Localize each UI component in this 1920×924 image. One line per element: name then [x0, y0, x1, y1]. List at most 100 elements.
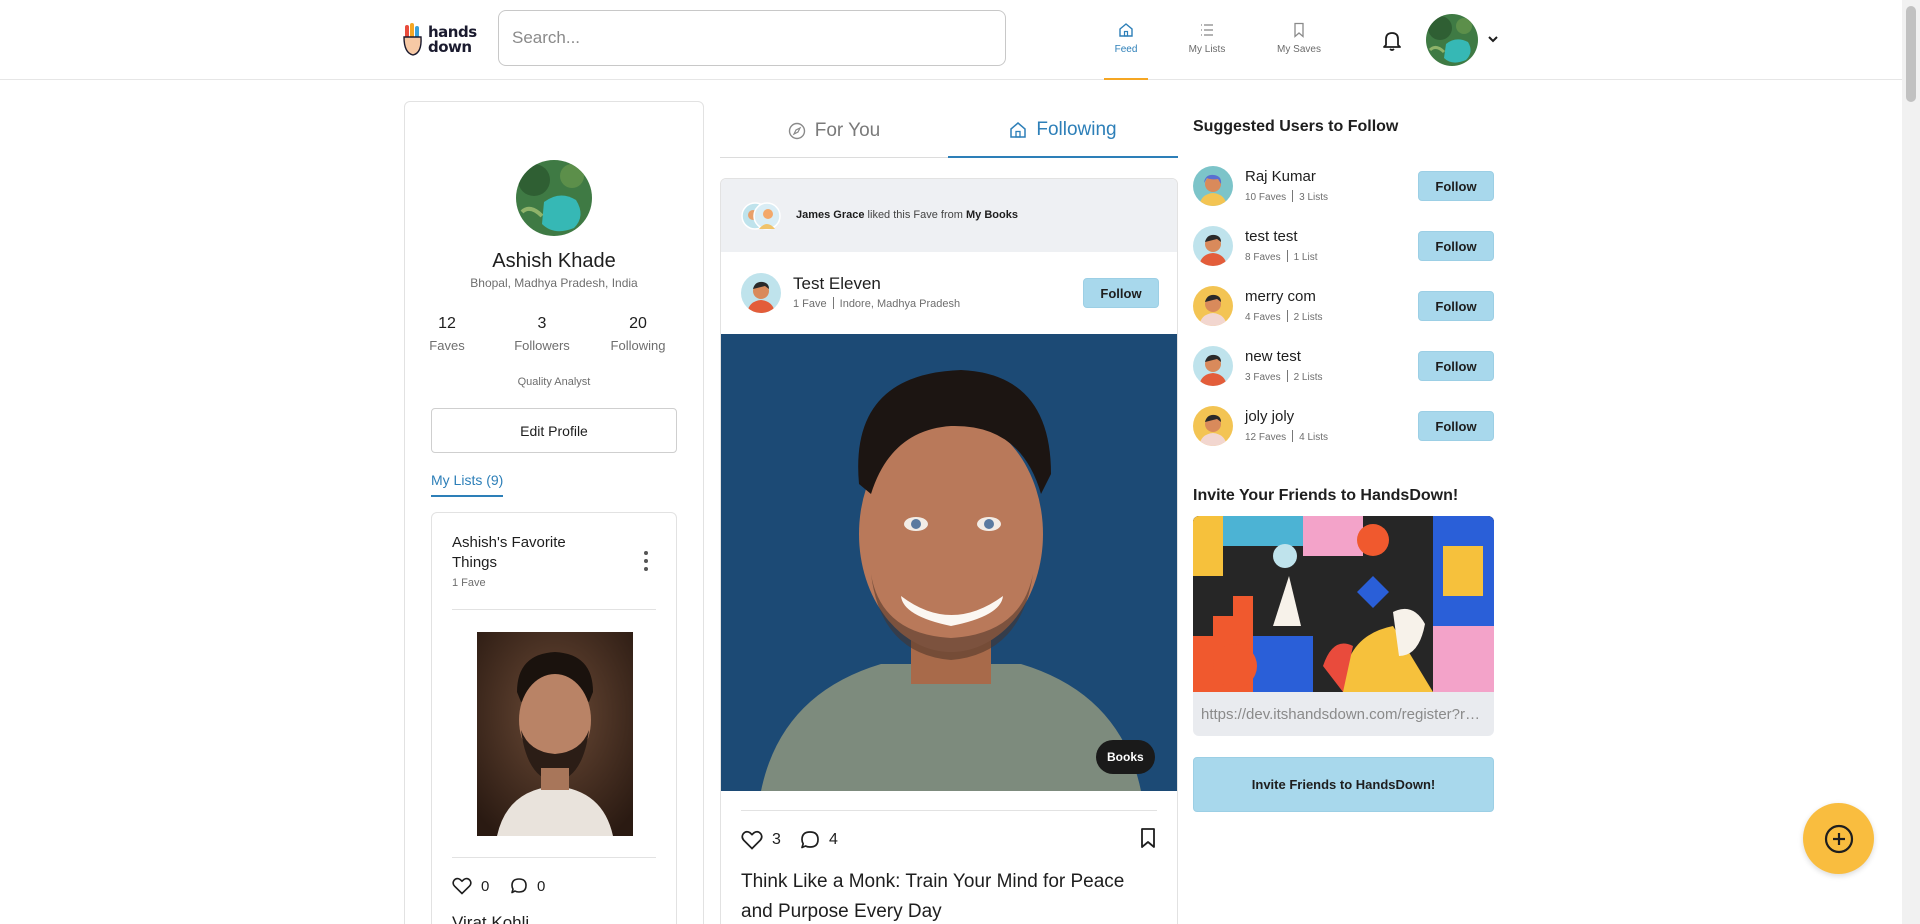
stat-faves[interactable]: 12 Faves: [407, 315, 487, 353]
search-input[interactable]: [498, 10, 1006, 66]
list-card[interactable]: Ashish's Favorite Things 1 Fave 0 0 Vira…: [431, 512, 677, 924]
nav-my-lists[interactable]: My Lists: [1167, 22, 1247, 80]
bookmark-icon: [1294, 22, 1304, 38]
divider: [741, 810, 1157, 811]
top-navbar: hands down Feed My Lists My Saves: [0, 0, 1920, 80]
suggested-user-meta: 8 Faves 1 List: [1245, 250, 1318, 263]
comment-icon: [511, 878, 527, 894]
suggested-user-meta: 4 Faves 2 Lists: [1245, 310, 1323, 323]
bell-icon[interactable]: [1380, 28, 1404, 52]
suggested-user-name[interactable]: Raj Kumar: [1245, 168, 1316, 185]
user-avatar[interactable]: [1426, 14, 1478, 66]
tab-following-label: Following: [1036, 119, 1117, 140]
post-activity-bar: James Grace liked this Fave from My Book…: [721, 179, 1177, 252]
meta-separator: [832, 297, 834, 309]
invite-friends-button[interactable]: Invite Friends to HandsDown!: [1193, 757, 1494, 812]
post-like-button[interactable]: 3: [741, 830, 781, 850]
avatar-image: [1193, 346, 1233, 386]
compass-icon: [788, 122, 805, 139]
home-icon: [1010, 122, 1027, 138]
suggested-user-row: test test 8 Faves 1 List Follow: [1193, 223, 1495, 267]
page-scrollbar[interactable]: [1902, 0, 1920, 924]
home-icon: [1119, 23, 1133, 37]
author-meta: 1 Fave Indore, Madhya Pradesh: [793, 297, 960, 310]
suggested-user-avatar[interactable]: [1193, 346, 1233, 386]
list-like-button[interactable]: 0: [452, 877, 489, 895]
profile-card: Ashish Khade Bhopal, Madhya Pradesh, Ind…: [404, 101, 704, 924]
author-avatar[interactable]: [741, 273, 781, 313]
logo-wordmark: hands down: [428, 23, 477, 56]
tab-for-you-label: For You: [814, 119, 881, 141]
avatar-image: [1426, 14, 1478, 66]
list-comment-button[interactable]: 0: [510, 877, 545, 895]
list-title: Ashish's Favorite Things: [452, 534, 566, 571]
follow-button[interactable]: Follow: [1418, 291, 1494, 321]
avatar-image: [741, 273, 781, 313]
stat-followers-value: 3: [537, 315, 547, 332]
stat-followers[interactable]: 3 Followers: [502, 315, 582, 353]
nav-feed[interactable]: Feed: [1086, 22, 1166, 80]
handsdown-logo[interactable]: hands down: [402, 22, 480, 58]
nav-my-saves-label: My Saves: [1277, 44, 1321, 55]
divider: [452, 857, 656, 858]
list-item-name[interactable]: Virat Kohli: [452, 913, 529, 924]
profile-name: Ashish Khade: [492, 250, 616, 272]
suggested-user-meta: 12 Faves 4 Lists: [1245, 430, 1329, 443]
suggested-user-row: Raj Kumar 10 Faves 3 Lists Follow: [1193, 163, 1495, 207]
activity-verb: liked this Fave from: [864, 209, 966, 221]
tab-my-lists[interactable]: My Lists (9): [431, 472, 504, 497]
activity-user[interactable]: James Grace: [796, 209, 865, 221]
follow-button[interactable]: Follow: [1418, 231, 1494, 261]
suggested-user-row: new test 3 Faves 2 Lists Follow: [1193, 343, 1495, 387]
avatar-image: [1193, 406, 1233, 446]
suggested-user-avatar[interactable]: [1193, 226, 1233, 266]
post-image[interactable]: Books: [721, 334, 1177, 791]
suggested-user-avatar[interactable]: [1193, 406, 1233, 446]
stat-faves-value: 12: [438, 315, 456, 332]
suggested-user-name[interactable]: new test: [1245, 348, 1301, 365]
follow-button[interactable]: Follow: [1418, 411, 1494, 441]
suggested-user-meta: 3 Faves 2 Lists: [1245, 370, 1323, 383]
follow-button[interactable]: Follow: [1418, 351, 1494, 381]
tab-for-you[interactable]: For You: [720, 104, 948, 158]
add-fave-button[interactable]: [1803, 803, 1874, 874]
nav-feed-label: Feed: [1114, 44, 1138, 55]
activity-list-link[interactable]: My Books: [966, 209, 1018, 221]
list-fave-count: 1 Fave: [452, 577, 486, 589]
illustration-image: [1193, 516, 1494, 692]
edit-profile-button[interactable]: Edit Profile: [431, 408, 677, 453]
save-bookmark-icon[interactable]: [1139, 827, 1157, 849]
stat-following[interactable]: 20 Following: [598, 315, 678, 353]
category-badge[interactable]: Books: [1096, 740, 1155, 774]
suggested-user-name[interactable]: test test: [1245, 228, 1298, 245]
suggested-users-heading: Suggested Users to Follow: [1193, 118, 1399, 135]
suggested-user-avatar[interactable]: [1193, 286, 1233, 326]
profile-avatar: [516, 160, 592, 236]
suggested-user-row: merry com 4 Faves 2 Lists Follow: [1193, 283, 1495, 327]
author-fave-count: 1 Fave: [793, 298, 827, 310]
stat-following-value: 20: [629, 315, 647, 332]
post-comment-button[interactable]: 4: [800, 830, 838, 850]
more-options-icon[interactable]: [642, 549, 650, 573]
tab-following[interactable]: Following: [948, 104, 1178, 158]
divider: [452, 609, 656, 610]
author-name[interactable]: Test Eleven: [793, 274, 881, 294]
comment-icon: [801, 831, 819, 849]
chevron-down-icon[interactable]: [1486, 32, 1500, 46]
list-item-photo[interactable]: [477, 632, 633, 836]
suggested-user-meta: 10 Faves 3 Lists: [1245, 190, 1329, 203]
suggested-user-avatar[interactable]: [1193, 166, 1233, 206]
follow-author-button[interactable]: Follow: [1083, 278, 1159, 308]
activity-avatars: [741, 202, 781, 230]
nav-my-saves[interactable]: My Saves: [1259, 22, 1339, 80]
suggested-user-name[interactable]: joly joly: [1245, 408, 1294, 425]
invite-url-field[interactable]: https://dev.itshandsdown.com/register?re…: [1201, 706, 1487, 723]
scrollbar-thumb[interactable]: [1906, 6, 1916, 102]
author-location: Indore, Madhya Pradesh: [839, 298, 961, 310]
plus-circle-icon: [1824, 824, 1853, 853]
nav-my-lists-label: My Lists: [1188, 44, 1226, 55]
follow-button[interactable]: Follow: [1418, 171, 1494, 201]
suggested-user-row: joly joly 12 Faves 4 Lists Follow: [1193, 403, 1495, 447]
post-title[interactable]: Think Like a Monk: Train Your Mind for P…: [741, 867, 1161, 924]
suggested-user-name[interactable]: merry com: [1245, 288, 1316, 305]
